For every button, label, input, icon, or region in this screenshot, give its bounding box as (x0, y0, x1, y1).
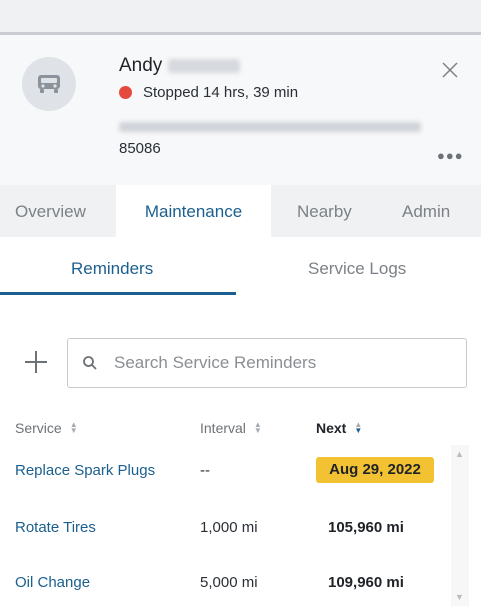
redacted-address (119, 122, 421, 132)
subtab-reminders[interactable]: Reminders (71, 259, 153, 279)
redacted-last-name (168, 58, 241, 73)
plus-icon (25, 351, 47, 373)
active-subtab-indicator (0, 292, 236, 295)
column-header-interval[interactable]: Interval ▲ ▼ (200, 420, 262, 436)
add-reminder-button[interactable] (21, 347, 51, 377)
vehicle-avatar (22, 57, 76, 111)
vehicle-status: Stopped 14 hrs, 39 min (119, 84, 298, 101)
driver-name: Andy (119, 55, 241, 77)
scroll-up-icon[interactable]: ▲ (455, 449, 464, 459)
status-text: Stopped 14 hrs, 39 min (143, 84, 299, 101)
tab-admin[interactable]: Admin (402, 185, 450, 237)
more-options-button[interactable]: ●●● (437, 148, 464, 163)
subtab-bar: Reminders Service Logs (0, 237, 481, 299)
close-icon (442, 62, 458, 78)
next-due-value: 109,960 mi (328, 574, 404, 591)
sort-icon: ▲ ▼ (253, 420, 262, 435)
status-dot-icon (119, 86, 132, 99)
service-link[interactable]: Replace Spark Plugs (15, 462, 155, 479)
service-link[interactable]: Oil Change (15, 574, 90, 591)
sort-icon: ▲ ▼ (69, 420, 78, 435)
next-due-value: 105,960 mi (328, 519, 404, 536)
column-header-service[interactable]: Service ▲ ▼ (15, 420, 78, 436)
close-button[interactable] (440, 60, 460, 80)
interval-value: 1,000 mi (200, 519, 258, 536)
search-icon (83, 356, 97, 370)
column-header-next[interactable]: Next ▲ ▼ (316, 420, 362, 436)
due-date-badge: Aug 29, 2022 (316, 457, 434, 483)
subtab-service-logs[interactable]: Service Logs (308, 259, 406, 279)
address-zip: 85086 (119, 140, 161, 157)
sort-descending-icon: ▲ ▼ (354, 420, 363, 435)
column-header-interval-label: Interval (200, 420, 246, 436)
tab-nearby[interactable]: Nearby (297, 185, 352, 237)
vehicle-header (0, 35, 481, 185)
car-icon (38, 75, 60, 93)
column-header-service-label: Service (15, 420, 62, 436)
tab-maintenance[interactable]: Maintenance (116, 185, 271, 237)
tab-overview[interactable]: Overview (15, 185, 86, 237)
driver-first-name: Andy (119, 55, 163, 76)
more-icon: ●●● (437, 148, 464, 163)
search-box (67, 338, 467, 388)
interval-value: -- (200, 462, 210, 479)
tab-bar: Overview Maintenance Nearby Admin (0, 185, 481, 237)
scroll-down-icon[interactable]: ▼ (455, 592, 464, 602)
column-header-next-label: Next (316, 420, 347, 436)
table-scrollbar[interactable] (451, 445, 469, 606)
service-link[interactable]: Rotate Tires (15, 519, 96, 536)
interval-value: 5,000 mi (200, 574, 258, 591)
search-input[interactable] (112, 352, 436, 374)
top-bar (0, 0, 481, 35)
